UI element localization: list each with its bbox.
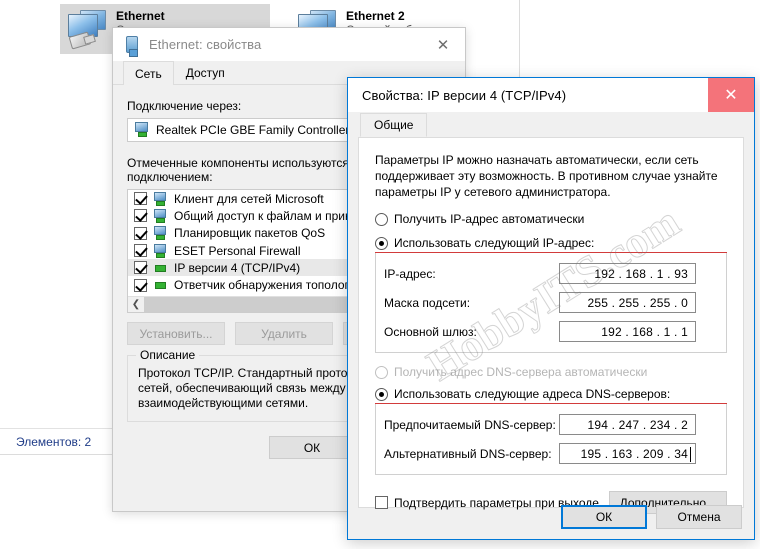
- component-label: Клиент для сетей Microsoft: [174, 192, 324, 206]
- radio-auto-ip-control[interactable]: [375, 213, 388, 226]
- scroll-left-icon[interactable]: ❮: [128, 297, 144, 313]
- default-gateway-label: Основной шлюз:: [384, 325, 559, 339]
- radio-auto-ip[interactable]: Получить IP-адрес автоматически: [375, 212, 727, 226]
- uninstall-button[interactable]: Удалить: [235, 322, 333, 345]
- component-checkbox[interactable]: [134, 261, 147, 274]
- field-row-dns-alternate: Альтернативный DNS-сервер: 195 . 163 . 2…: [384, 443, 718, 464]
- radio-manual-dns[interactable]: Использовать следующие адреса DNS-сервер…: [375, 387, 727, 401]
- network-adapter-icon: [66, 8, 112, 50]
- close-icon[interactable]: ✕: [708, 78, 754, 112]
- component-checkbox[interactable]: [134, 209, 147, 222]
- ipv4-panel: Параметры IP можно назначать автоматичес…: [358, 137, 744, 508]
- protocol-icon: [153, 278, 169, 292]
- ipv4-tabstrip: Общие: [348, 112, 754, 137]
- protocol-icon: [153, 261, 169, 275]
- radio-manual-ip[interactable]: Использовать следующий IP-адрес:: [375, 236, 727, 250]
- component-label: Планировщик пакетов QoS: [174, 226, 325, 240]
- radio-auto-dns[interactable]: Получить адрес DNS-сервера автоматически: [375, 365, 727, 379]
- subnet-mask-label: Маска подсети:: [384, 296, 559, 310]
- ethernet-dialog-title: Ethernet: свойства: [143, 37, 261, 52]
- field-row-gateway: Основной шлюз: 192 . 168 . 1 . 1: [384, 321, 718, 342]
- ethernet-dialog-titlebar: Ethernet: свойства ✕: [113, 28, 465, 61]
- tab-sharing[interactable]: Доступ: [174, 61, 237, 84]
- component-checkbox[interactable]: [134, 244, 147, 257]
- radio-manual-dns-control[interactable]: [375, 388, 388, 401]
- file-sharing-icon: [153, 209, 169, 223]
- preferred-dns-label: Предпочитаемый DNS-сервер:: [384, 418, 559, 432]
- install-button[interactable]: Установить...: [127, 322, 225, 345]
- ipv4-dialog-title: Свойства: IP версии 4 (TCP/IPv4): [362, 88, 566, 103]
- connection-name-2: Ethernet 2: [346, 9, 499, 24]
- field-row-mask: Маска подсети: 255 . 255 . 255 . 0: [384, 292, 718, 313]
- ok-button[interactable]: ОК: [269, 436, 355, 459]
- alternate-dns-label: Альтернативный DNS-сервер:: [384, 447, 559, 461]
- radio-manual-ip-label: Использовать следующий IP-адрес:: [394, 236, 594, 250]
- item-count: Элементов: 2: [16, 435, 91, 449]
- component-checkbox[interactable]: [134, 279, 147, 292]
- scrollbar-thumb[interactable]: [144, 297, 374, 313]
- radio-auto-ip-label: Получить IP-адрес автоматически: [394, 212, 584, 226]
- manual-ip-fieldset: IP-адрес: 192 . 168 . 1 . 93 Маска подсе…: [375, 253, 727, 353]
- ok-button[interactable]: ОК: [561, 505, 647, 529]
- radio-auto-dns-control[interactable]: [375, 366, 388, 379]
- radio-auto-dns-label: Получить адрес DNS-сервера автоматически: [394, 365, 647, 379]
- alternate-dns-input[interactable]: 195 . 163 . 209 . 34: [559, 443, 696, 464]
- tab-general[interactable]: Общие: [360, 113, 427, 137]
- close-icon[interactable]: ✕: [421, 29, 465, 61]
- firewall-icon: [153, 244, 169, 258]
- field-row-ip: IP-адрес: 192 . 168 . 1 . 93: [384, 263, 718, 284]
- cancel-button[interactable]: Отмена: [656, 505, 742, 529]
- component-label: ESET Personal Firewall: [174, 244, 301, 258]
- ipv4-intro-text: Параметры IP можно назначать автоматичес…: [375, 152, 727, 200]
- ip-address-label: IP-адрес:: [384, 267, 559, 281]
- description-legend: Описание: [136, 348, 199, 362]
- component-checkbox[interactable]: [134, 227, 147, 240]
- ipv4-dialog-titlebar: Свойства: IP версии 4 (TCP/IPv4) ✕: [348, 78, 754, 112]
- ip-address-input[interactable]: 192 . 168 . 1 . 93: [559, 263, 696, 284]
- adapter-icon: [134, 122, 152, 138]
- default-gateway-input[interactable]: 192 . 168 . 1 . 1: [559, 321, 696, 342]
- network-cable-icon: [123, 35, 143, 55]
- field-row-dns-preferred: Предпочитаемый DNS-сервер: 194 . 247 . 2…: [384, 414, 718, 435]
- radio-manual-dns-label: Использовать следующие адреса DNS-сервер…: [394, 387, 670, 401]
- connection-name: Ethernet: [116, 9, 264, 24]
- component-checkbox[interactable]: [134, 192, 147, 205]
- preferred-dns-input[interactable]: 194 . 247 . 234 . 2: [559, 414, 696, 435]
- subnet-mask-input[interactable]: 255 . 255 . 255 . 0: [559, 292, 696, 313]
- ipv4-footer-buttons: ОК Отмена: [348, 495, 754, 539]
- tab-network[interactable]: Сеть: [123, 61, 174, 85]
- adapter-name: Realtek PCIe GBE Family Controller: [152, 123, 349, 137]
- ipv4-properties-dialog: Свойства: IP версии 4 (TCP/IPv4) ✕ Общие…: [347, 77, 755, 540]
- radio-manual-ip-control[interactable]: [375, 237, 388, 250]
- component-label: IP версии 4 (TCP/IPv4): [174, 261, 300, 275]
- qos-icon: [153, 226, 169, 240]
- network-client-icon: [153, 192, 169, 206]
- manual-dns-fieldset: Предпочитаемый DNS-сервер: 194 . 247 . 2…: [375, 404, 727, 475]
